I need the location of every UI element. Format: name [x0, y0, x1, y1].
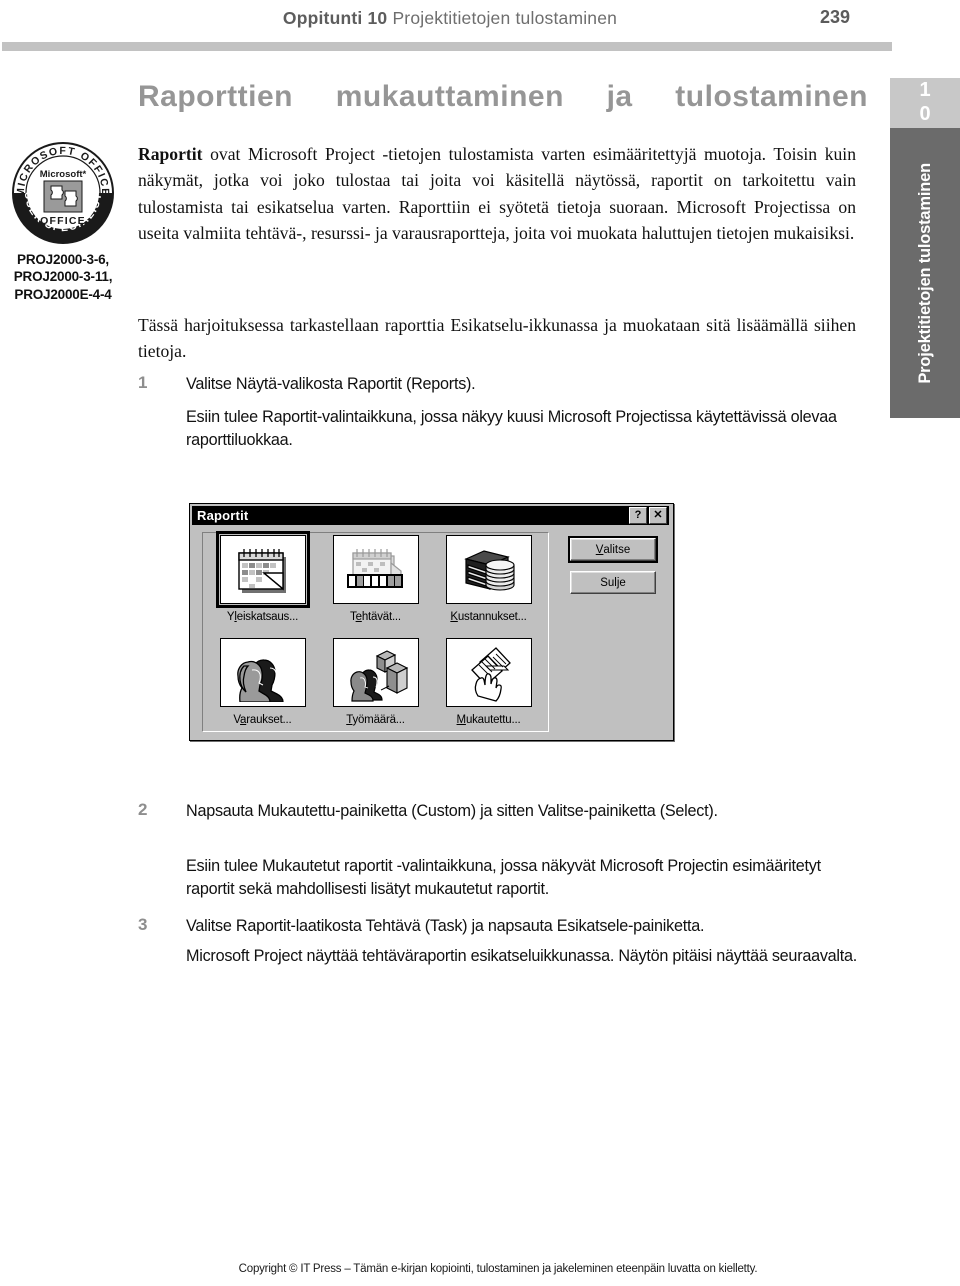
close-button[interactable]: Sul j e: [570, 571, 656, 594]
report-icon-kustannukset[interactable]: Kustannukset...: [432, 535, 545, 638]
close-icon[interactable]: ✕: [649, 507, 667, 524]
mous-certification-block: MICROSOFT OFFICE USER SPECIALIST Microso…: [2, 141, 124, 303]
people-bars-icon: [332, 638, 419, 707]
step-3-result: Microsoft Project näyttää tehtäväraporti…: [186, 947, 858, 965]
reports-dialog-screenshot: Raportit ? ✕ Yleiskatsaus... Tehtävät...…: [189, 503, 674, 741]
copyright-footer: Copyright © IT Press – Tämän e-kirjan ko…: [238, 1263, 758, 1275]
step-2-result: Esiin tulee Mukautetut raportit -valinta…: [186, 857, 821, 898]
chapter-side-tab: 10 Projektitietojen tulostaminen: [890, 78, 960, 418]
step-1-number: 1: [138, 373, 148, 392]
report-icon-varaukset[interactable]: Varaukset...: [206, 638, 319, 741]
report-icon-mukautettu[interactable]: Mukautettu...: [432, 638, 545, 741]
header-rule: [2, 42, 892, 51]
report-label-kustannukset: Kustannukset...: [450, 611, 527, 623]
select-button[interactable]: Valitse: [568, 536, 658, 563]
step-2-number: 2: [138, 800, 148, 819]
step-3-text: Valitse Raportit-laatikosta Tehtävä (Tas…: [186, 917, 705, 935]
running-head-lesson: Oppitunti 10: [282, 8, 388, 28]
dialog-titlebar: Raportit ? ✕: [192, 506, 669, 525]
mous-exam-codes: PROJ2000-3-6, PROJ2000-3-11, PROJ2000E-4…: [13, 252, 113, 302]
report-icon-yleiskatsaus[interactable]: Yleiskatsaus...: [206, 531, 319, 638]
hand-documents-icon: [445, 638, 532, 707]
report-label-tehtavat: Tehtävät...: [350, 611, 401, 623]
step-2-text: Napsauta Mukautettu-painiketta (Custom) …: [186, 802, 718, 820]
step-1-text: Valitse Näytä-valikosta Raportit (Report…: [186, 375, 476, 393]
report-label-mukautettu: Mukautettu...: [456, 714, 521, 726]
running-head-title: Projektitietojen tulostaminen: [392, 8, 618, 28]
intro-paragraph-2: Tässä harjoituksessa tarkastellaan rapor…: [138, 315, 856, 362]
report-label-tyomaara: Työmäärä...: [346, 714, 405, 726]
coins-stack-icon: [445, 535, 532, 604]
report-icon-tyomaara[interactable]: Työmäärä...: [319, 638, 432, 741]
section-title: Raporttien mukauttaminen ja tulostaminen: [138, 80, 868, 113]
side-tab-label: Projektitietojen tulostaminen: [915, 162, 934, 384]
side-tab-number: 10: [890, 78, 960, 128]
running-head: Oppitunti 10 Projektitietojen tulostamin…: [0, 8, 900, 29]
intro-paragraph-1: Raportit ovat Microsoft Project -tietoje…: [138, 141, 856, 246]
help-icon[interactable]: ?: [629, 507, 647, 524]
report-icon-tehtavat[interactable]: Tehtävät...: [319, 535, 432, 638]
page-number: 239: [820, 7, 851, 27]
svg-text:Microsoft*: Microsoft*: [40, 169, 87, 180]
report-label-varaukset: Varaukset...: [233, 714, 292, 726]
intro-paragraph-lead: Raportit: [138, 144, 203, 164]
report-label-yleiskatsaus: Yleiskatsaus...: [226, 611, 299, 623]
intro-paragraph-1-text: ovat Microsoft Project -tietojen tulosta…: [138, 144, 856, 243]
svg-text:OFFICE: OFFICE: [40, 215, 86, 227]
two-people-icon: [219, 638, 306, 707]
step-2: 2 Napsauta Mukautettu-painiketta (Custom…: [138, 800, 858, 823]
step-1: 1 Valitse Näytä-valikosta Raportit (Repo…: [138, 373, 858, 396]
dialog-title: Raportit: [197, 508, 249, 523]
step-1-result: Esiin tulee Raportit-valintaikkuna, joss…: [186, 408, 837, 449]
side-tab-body: Projektitietojen tulostaminen: [890, 128, 960, 418]
calendar-icon: [215, 531, 310, 608]
report-category-grid: Yleiskatsaus... Tehtävät... Kustannukset…: [206, 531, 546, 741]
calendar-filmstrip-icon: [332, 535, 419, 604]
step-3: 3 Valitse Raportit-laatikosta Tehtävä (T…: [138, 915, 858, 938]
mous-logo-icon: MICROSOFT OFFICE USER SPECIALIST Microso…: [11, 141, 115, 245]
step-3-number: 3: [138, 915, 148, 934]
